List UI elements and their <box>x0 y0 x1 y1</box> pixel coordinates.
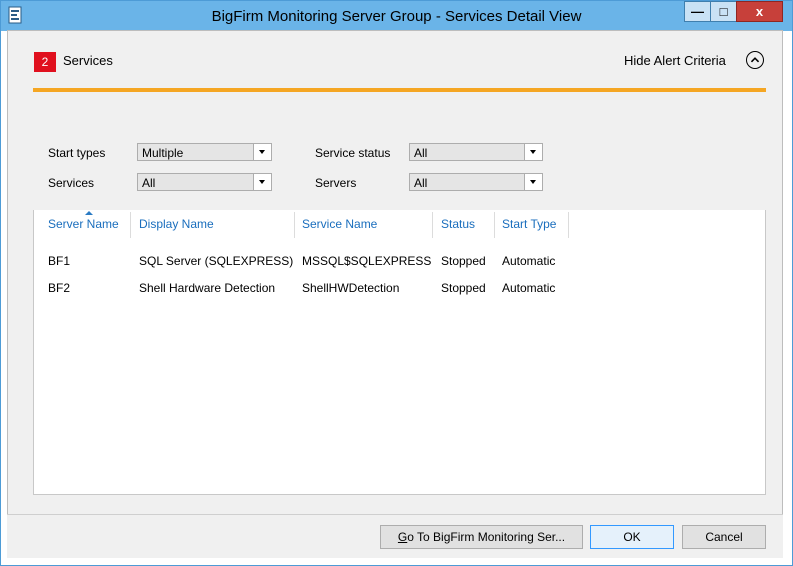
column-divider[interactable] <box>568 212 569 238</box>
cell-display-name: Shell Hardware Detection <box>139 281 276 295</box>
column-header-status[interactable]: Status <box>441 217 475 231</box>
title-bar[interactable]: BigFirm Monitoring Server Group - Servic… <box>1 1 792 31</box>
services-count-badge: 2 <box>34 52 56 72</box>
collapse-chevron-up-icon[interactable] <box>746 51 764 69</box>
column-header-server-name[interactable]: Server Name <box>48 217 119 231</box>
service-status-dropdown[interactable]: All <box>409 143 543 161</box>
chevron-down-icon <box>524 144 542 160</box>
column-divider[interactable] <box>494 212 495 238</box>
maximize-button[interactable]: □ <box>710 1 737 22</box>
minimize-button[interactable]: — <box>684 1 711 22</box>
service-status-label: Service status <box>315 146 391 160</box>
go-to-button-label: o To BigFirm Monitoring Ser... <box>407 530 566 544</box>
cell-server-name: BF2 <box>48 281 71 295</box>
column-divider[interactable] <box>130 212 131 238</box>
chevron-down-icon <box>253 144 271 160</box>
services-heading: Services <box>63 53 113 68</box>
start-types-label: Start types <box>48 146 106 160</box>
mnemonic-g: G <box>397 530 408 544</box>
cell-display-name: SQL Server (SQLEXPRESS) <box>139 254 294 268</box>
column-divider[interactable] <box>294 212 295 238</box>
column-header-start-type[interactable]: Start Type <box>502 217 556 231</box>
servers-dropdown[interactable]: All <box>409 173 543 191</box>
accent-bar <box>33 88 766 92</box>
services-filter-label: Services <box>48 176 95 190</box>
column-divider[interactable] <box>432 212 433 238</box>
cell-start-type: Automatic <box>502 254 556 268</box>
hide-alert-criteria-link[interactable]: Hide Alert Criteria <box>624 53 726 68</box>
cell-server-name: BF1 <box>48 254 71 268</box>
cell-service-name: MSSQL$SQLEXPRESS <box>302 254 432 268</box>
services-dropdown[interactable]: All <box>137 173 272 191</box>
start-types-dropdown[interactable]: Multiple <box>137 143 272 161</box>
window-title: BigFirm Monitoring Server Group - Servic… <box>211 8 582 25</box>
column-header-display-name[interactable]: Display Name <box>139 217 214 231</box>
close-button[interactable]: x <box>736 1 783 22</box>
services-value: All <box>142 176 156 190</box>
sort-ascending-icon <box>85 211 93 215</box>
maximize-icon: □ <box>719 4 728 19</box>
servers-label: Servers <box>315 176 357 190</box>
ok-button[interactable]: OK <box>590 525 674 549</box>
chevron-down-icon <box>524 174 542 190</box>
close-icon: x <box>755 4 764 19</box>
minimize-icon: — <box>691 4 704 19</box>
cell-start-type: Automatic <box>502 281 556 295</box>
servers-value: All <box>414 176 428 190</box>
cell-status: Stopped <box>441 281 486 295</box>
column-header-service-name[interactable]: Service Name <box>302 217 377 231</box>
go-to-monitoring-server-button[interactable]: Go To BigFirm Monitoring Ser... <box>380 525 583 549</box>
start-types-value: Multiple <box>142 146 184 160</box>
service-status-value: All <box>414 146 428 160</box>
cancel-button[interactable]: Cancel <box>682 525 766 549</box>
cell-service-name: ShellHWDetection <box>302 281 400 295</box>
cell-status: Stopped <box>441 254 486 268</box>
chevron-down-icon <box>253 174 271 190</box>
